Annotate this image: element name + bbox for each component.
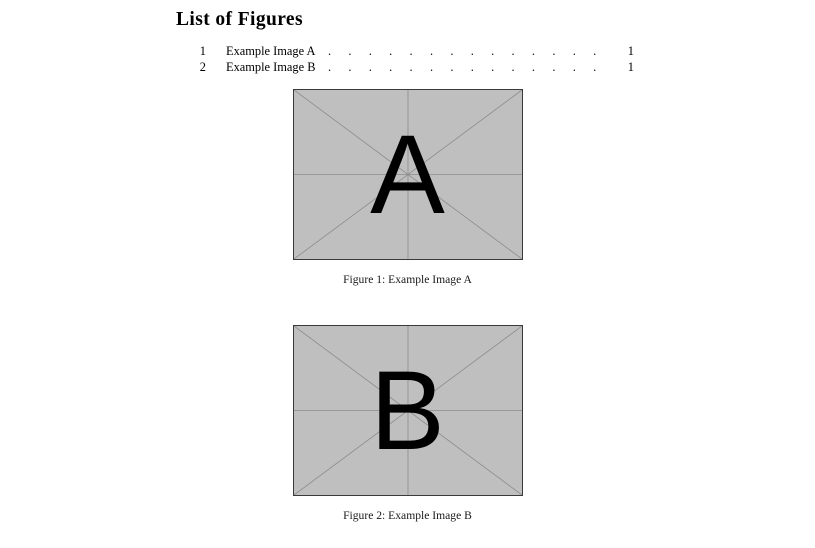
toc-entry-number: 2 <box>199 60 206 74</box>
toc-entry-page-number: 1 <box>622 43 634 59</box>
document-page: List of Figures 1 . . . . . . . . . . . … <box>0 0 815 548</box>
toc-entry-label[interactable]: Example Image A <box>226 43 319 59</box>
figure-2-placeholder-image: B <box>292 325 523 496</box>
page-title: List of Figures <box>176 9 303 30</box>
placeholder-letter: A <box>370 111 445 237</box>
figure-1-caption: Figure 1: Example Image A <box>343 273 472 286</box>
figure-1: A Figure 1: Example Image A <box>0 89 815 287</box>
toc-entry-number: 1 <box>199 44 206 58</box>
toc-entry-label[interactable]: Example Image B <box>226 59 319 75</box>
toc-entry-2[interactable]: 2 . . . . . . . . . . . . . . . . . . . … <box>176 59 646 75</box>
list-of-figures: 1 . . . . . . . . . . . . . . . . . . . … <box>176 43 646 75</box>
figure-2: B Figure 2: Example Image B <box>0 325 815 523</box>
toc-entry-page-number: 1 <box>622 59 634 75</box>
figure-1-placeholder-image: A <box>292 89 523 260</box>
placeholder-letter: B <box>370 347 445 473</box>
toc-entry-1[interactable]: 1 . . . . . . . . . . . . . . . . . . . … <box>176 43 646 59</box>
figure-2-caption: Figure 2: Example Image B <box>343 509 472 522</box>
